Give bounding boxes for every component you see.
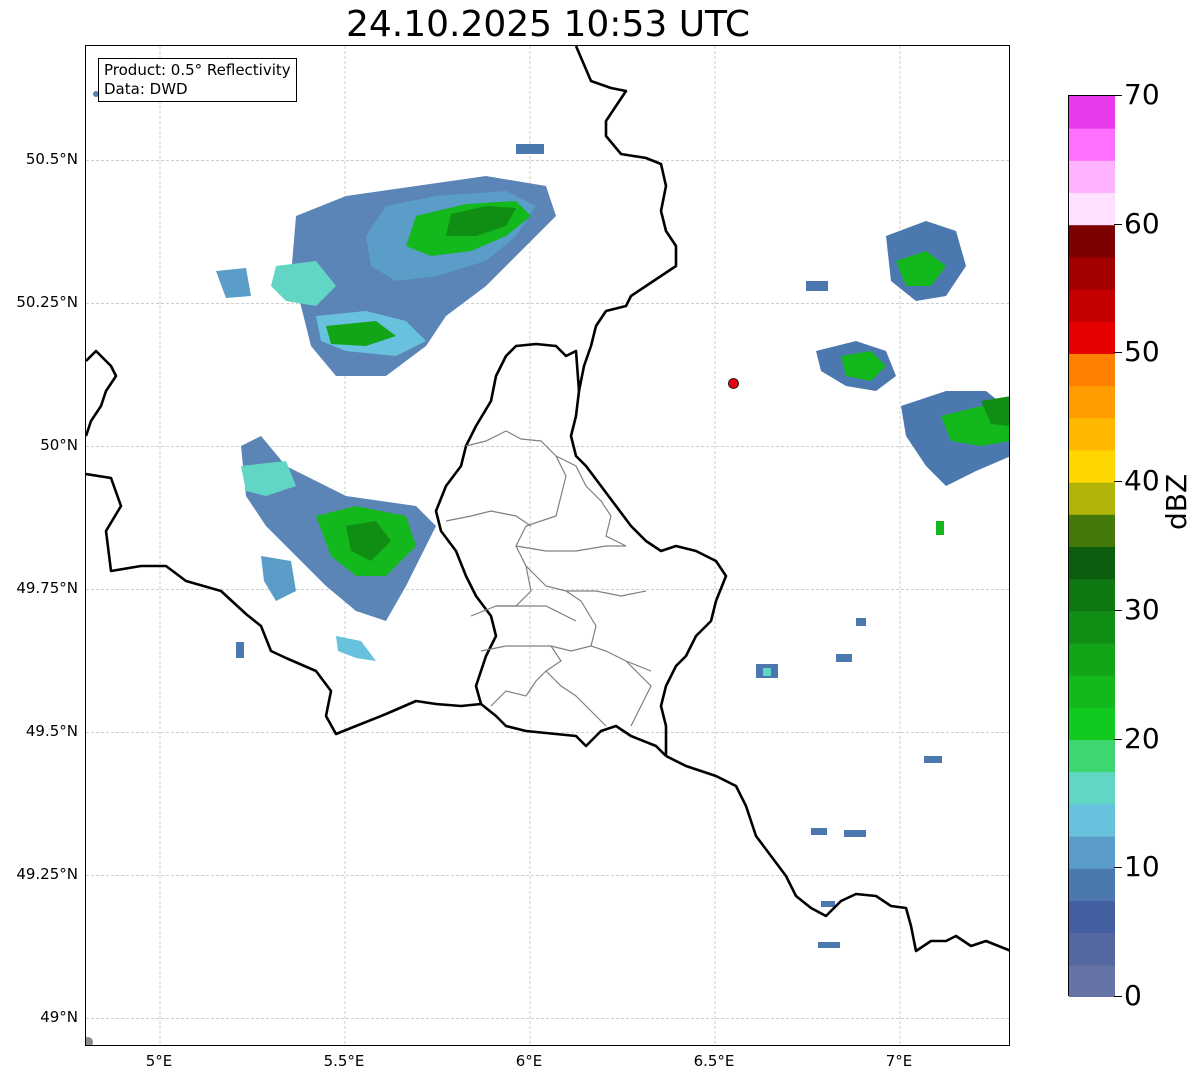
colorbar-tick	[1114, 223, 1122, 225]
border-west	[86, 349, 118, 437]
lat-tick-label: 49°N	[40, 1008, 78, 1027]
colorbar-swatch	[1069, 610, 1115, 644]
radar-map[interactable]: Product: 0.5° Reflectivity Data: DWD	[85, 45, 1010, 1046]
colorbar-swatch	[1069, 707, 1115, 741]
colorbar-swatch	[1069, 675, 1115, 708]
echo-cell	[763, 668, 771, 676]
border-germany-belgium	[569, 46, 728, 756]
colorbar-tick-label: 60	[1124, 206, 1160, 240]
colorbar-swatch	[1069, 964, 1115, 997]
lat-tick-label: 49.25°N	[16, 865, 78, 884]
colorbar-tick-label: 10	[1124, 850, 1160, 884]
colorbar-swatch	[1069, 224, 1115, 258]
colorbar	[1068, 95, 1115, 997]
colorbar-swatch	[1069, 868, 1115, 901]
lat-tick-label: 50.5°N	[25, 150, 78, 169]
colorbar-swatch	[1069, 643, 1115, 676]
lat-tick-label: 50.25°N	[16, 293, 78, 312]
colorbar-swatch	[1069, 256, 1115, 290]
echo-cell	[836, 654, 852, 662]
colorbar-swatch	[1069, 482, 1115, 515]
data-source-label: Data: DWD	[104, 80, 188, 98]
colorbar-tick-label: 40	[1124, 464, 1160, 498]
colorbar-tick	[1114, 996, 1122, 997]
colorbar-swatch	[1069, 417, 1115, 451]
echo-cell	[336, 636, 376, 661]
colorbar-swatch	[1069, 836, 1115, 869]
lon-tick-label: 5.5°E	[323, 1052, 365, 1070]
lon-tick-label: 6.5°E	[693, 1052, 735, 1070]
country-borders	[86, 46, 1009, 953]
lon-tick-label: 5°E	[145, 1052, 173, 1070]
colorbar-tick-label: 70	[1124, 78, 1160, 111]
lat-tick-label: 49.5°N	[25, 722, 78, 741]
colorbar-swatch	[1069, 96, 1115, 129]
lon-tick-label: 6°E	[515, 1052, 543, 1070]
echo-cell	[818, 942, 840, 948]
echo-cell	[924, 756, 942, 763]
colorbar-swatch	[1069, 289, 1115, 322]
echo-cell	[844, 830, 866, 837]
border-germany-france	[665, 754, 1009, 953]
colorbar-swatch	[1069, 900, 1115, 934]
colorbar-swatch	[1069, 449, 1115, 483]
colorbar-swatch	[1069, 128, 1115, 161]
colorbar-tick-label: 0	[1124, 979, 1142, 1012]
colorbar-swatch	[1069, 803, 1115, 837]
echo-cell	[806, 281, 828, 291]
radar-site-marker	[728, 378, 739, 389]
echo-cell	[856, 618, 866, 626]
colorbar-tick	[1114, 95, 1122, 96]
colorbar-tick	[1114, 352, 1122, 354]
colorbar-swatch	[1069, 578, 1115, 612]
colorbar-swatch	[1069, 546, 1115, 580]
colorbar-tick-label: 20	[1124, 721, 1160, 755]
colorbar-tick-label: 30	[1124, 592, 1160, 626]
echo-cell	[236, 642, 244, 658]
echo-cell	[516, 144, 544, 154]
colorbar-tick	[1114, 867, 1122, 869]
echo-cell	[261, 556, 296, 601]
colorbar-swatch	[1069, 514, 1115, 547]
colorbar-swatch	[1069, 932, 1115, 966]
colorbar-swatch	[1069, 385, 1115, 419]
echo-cell	[216, 268, 251, 298]
echo-cell	[821, 901, 835, 907]
colorbar-unit-label: dBZ	[1160, 473, 1193, 530]
colorbar-swatch	[1069, 771, 1115, 805]
colorbar-swatch	[1069, 353, 1115, 387]
echo-cell	[936, 521, 944, 535]
colorbar-tick	[1114, 481, 1122, 483]
colorbar-swatch	[1069, 321, 1115, 354]
colorbar-tick-label: 50	[1124, 335, 1160, 369]
product-label: Product: 0.5° Reflectivity	[104, 61, 291, 79]
border-luxembourg	[434, 342, 581, 705]
corner-dot	[86, 1037, 93, 1045]
colorbar-swatch	[1069, 739, 1115, 773]
lon-tick-label: 7°E	[885, 1052, 913, 1070]
product-info-box: Product: 0.5° Reflectivity Data: DWD	[98, 58, 297, 102]
lat-tick-label: 49.75°N	[16, 579, 78, 598]
colorbar-tick	[1114, 609, 1122, 611]
colorbar-swatch	[1069, 160, 1115, 194]
map-title: 24.10.2025 10:53 UTC	[345, 4, 751, 45]
echo-cell	[811, 828, 827, 835]
lat-tick-label: 50°N	[40, 436, 78, 455]
colorbar-tick	[1114, 738, 1122, 740]
map-canvas	[86, 46, 1009, 1045]
colorbar-swatch	[1069, 192, 1115, 226]
colorbar-swatches	[1069, 96, 1115, 997]
